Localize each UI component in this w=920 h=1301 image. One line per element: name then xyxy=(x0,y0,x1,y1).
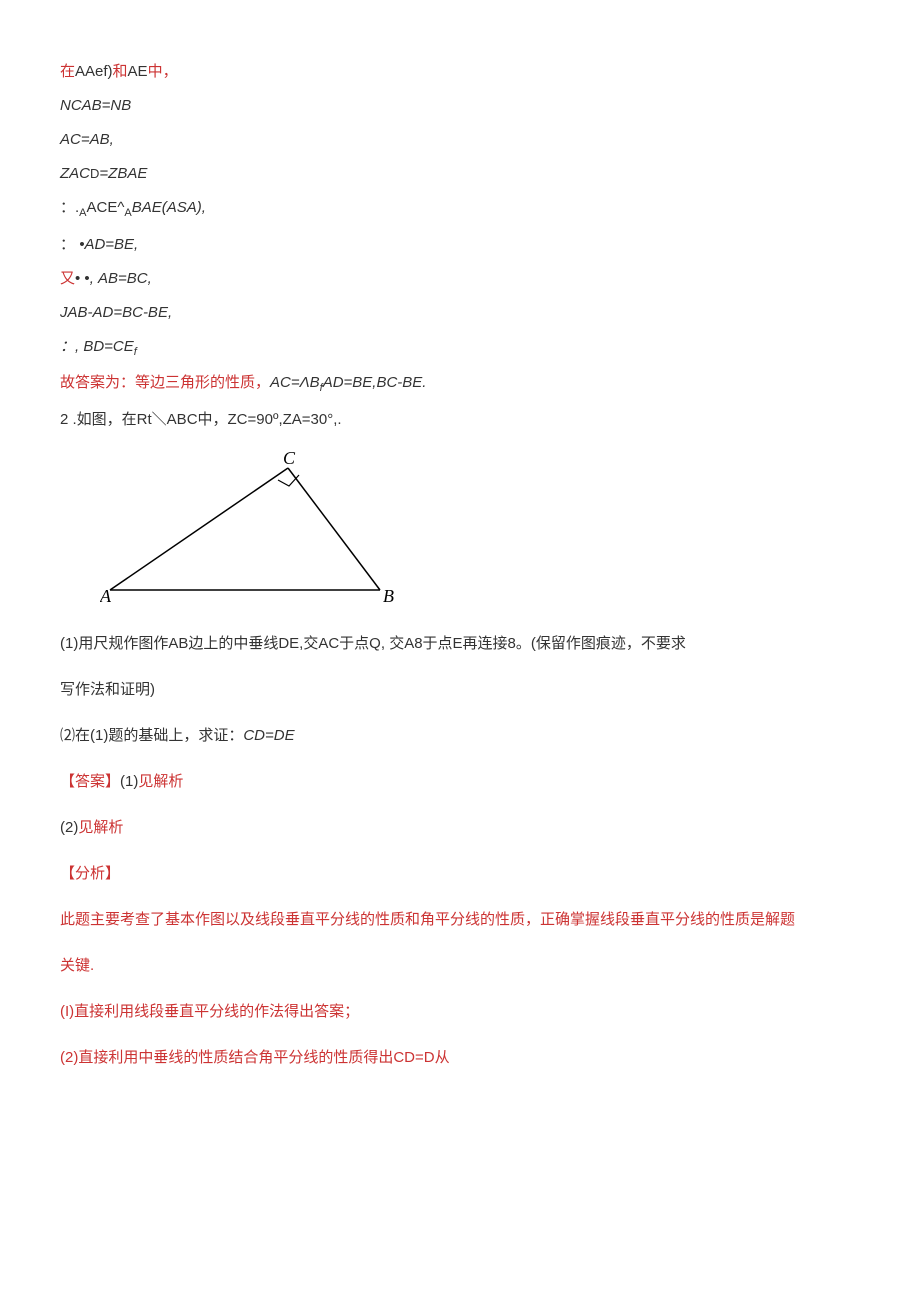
text-line-18: 此题主要考查了基本作图以及线段垂直平分线的性质和角平分线的性质，正确掌握线段垂直… xyxy=(60,908,860,932)
svg-text:A: A xyxy=(100,586,112,606)
text-line-1e: 中， xyxy=(148,63,178,80)
text-line-13: 写作法和证明) xyxy=(60,678,860,702)
text-line-15b: (1) xyxy=(120,773,138,790)
text-line-1a: 在 xyxy=(60,63,75,80)
text-line-10c: AD=BE,BC-BE. xyxy=(323,374,427,391)
text-line-5d: A xyxy=(124,207,131,219)
text-line-7a: 又 xyxy=(60,270,75,287)
text-line-11: 2 .如图，在Rt＼ABC中，ZC=90º,ZA=30°,. xyxy=(60,408,860,432)
text-line-1c: 和 xyxy=(113,63,128,80)
text-line-20: (I)直接利用线段垂直平分线的作法得出答案； xyxy=(60,1000,860,1024)
text-answer-label: 【答案】 xyxy=(60,773,120,790)
text-line-9a: ：, BD=CE xyxy=(60,338,134,355)
text-line-4a: ZAC xyxy=(60,165,90,182)
text-line-2: NCAB=NB xyxy=(60,94,860,118)
text-line-5e: BAE(ASA), xyxy=(132,199,206,216)
text-line-10b: AC=ΛB xyxy=(270,374,320,391)
text-line-5c: ACE^ xyxy=(87,199,125,216)
text-line-4c: =ZBAE xyxy=(99,165,147,182)
text-line-1d: AE xyxy=(128,63,148,80)
text-line-5b: A xyxy=(79,207,86,219)
text-line-7c: , AB=BC, xyxy=(90,270,152,287)
text-analysis-label: 【分析】 xyxy=(60,862,860,886)
text-line-15c: 见解析 xyxy=(138,773,183,790)
text-line-6a: ： xyxy=(60,236,75,253)
text-line-14b: CD=DE xyxy=(243,727,294,744)
svg-text:C: C xyxy=(283,450,296,468)
text-line-16a: (2) xyxy=(60,819,78,836)
text-line-19: 关键. xyxy=(60,954,860,978)
triangle-diagram: A B C xyxy=(100,450,400,610)
text-line-4b: D xyxy=(90,166,99,181)
text-line-8: JAB-AD=BC-BE, xyxy=(60,301,860,325)
text-line-16b: 见解析 xyxy=(78,819,123,836)
text-line-5a: ：. xyxy=(60,199,79,216)
text-line-1b: AAef) xyxy=(75,63,113,80)
text-line-6b: •AD=BE, xyxy=(79,236,138,253)
text-line-10a: 故答案为：等边三角形的性质， xyxy=(60,374,270,391)
text-line-3: AC=AB, xyxy=(60,128,860,152)
text-line-7b: • • xyxy=(75,270,90,287)
text-line-9b: f xyxy=(134,346,137,358)
text-line-14a: ⑵在(1)题的基础上，求证： xyxy=(60,727,243,744)
text-line-21: (2)直接利用中垂线的性质结合角平分线的性质得出CD=D从 xyxy=(60,1046,860,1070)
text-line-12: (1)用尺规作图作AB边上的中垂线DE,交AC于点Q, 交A8于点E再连接8。(… xyxy=(60,632,860,656)
svg-text:B: B xyxy=(383,586,394,606)
